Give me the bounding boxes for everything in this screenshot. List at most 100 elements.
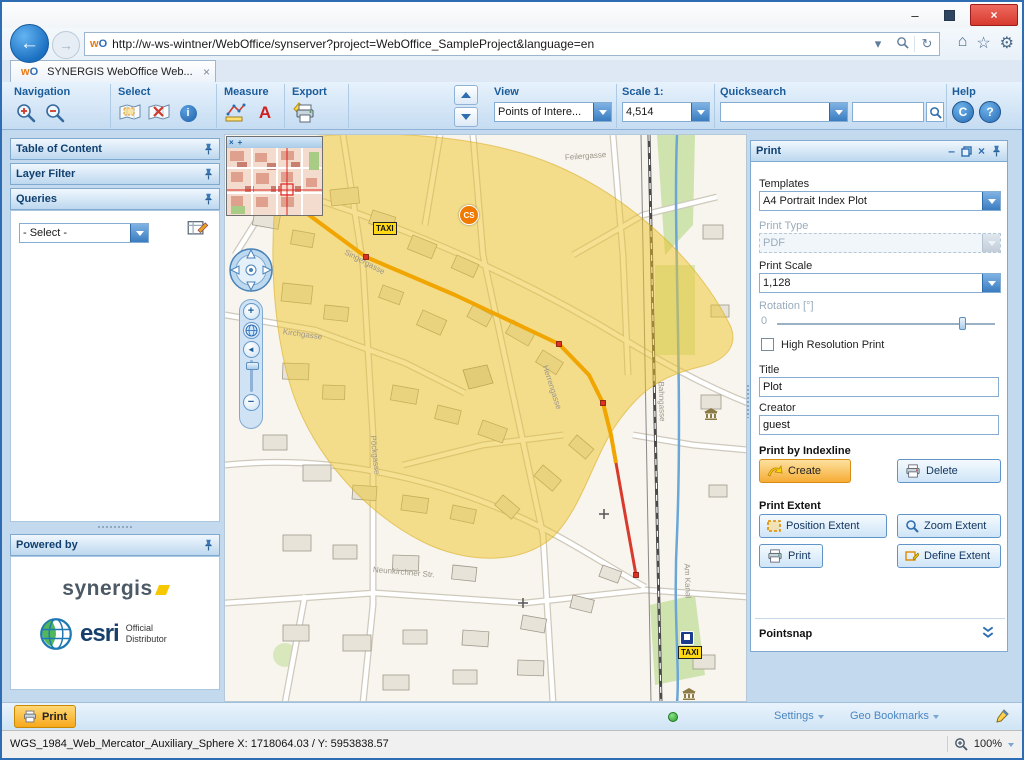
query-select[interactable]: - Select - (19, 223, 149, 243)
favorites-icon[interactable]: ☆ (976, 33, 990, 53)
redlining-pencil-button[interactable] (994, 708, 1010, 729)
pin-icon[interactable] (203, 168, 214, 180)
title-input[interactable] (759, 377, 999, 397)
clear-selection-tool[interactable] (147, 101, 171, 125)
print-type-select-value: PDF (760, 237, 982, 249)
overview-map-image[interactable] (227, 148, 322, 215)
window-maximize-button[interactable] (934, 6, 964, 24)
sidebar-panel-queries[interactable]: Queries (10, 188, 220, 210)
toolbar-group-view: View Points of Intere... (490, 84, 617, 128)
high-resolution-checkbox[interactable] (761, 338, 774, 351)
tab-title: SYNERGIS WebOffice Web... (47, 66, 199, 78)
print-task-tab[interactable]: Print (14, 705, 76, 728)
pin-icon[interactable] (203, 143, 214, 155)
quicksearch-search-button[interactable] (926, 102, 944, 122)
panel-minimize-icon[interactable]: – (948, 144, 955, 158)
sidebar-panel-layer-filter[interactable]: Layer Filter (10, 163, 220, 185)
text-annotation-tool[interactable]: A (253, 101, 277, 125)
map-viewport[interactable]: TAXI TAXI CS Feilergasse Singergasse Her… (224, 134, 747, 702)
window-minimize-button[interactable]: – (900, 6, 930, 24)
zoom-out-button[interactable]: − (243, 394, 260, 411)
overview-map[interactable]: × + (226, 136, 323, 216)
delete-indexline-button[interactable]: Delete (897, 459, 1001, 483)
creator-input[interactable] (759, 415, 999, 435)
query-definition-button[interactable] (187, 219, 209, 244)
select-rectangle-tool[interactable] (118, 101, 142, 125)
print-panel-header[interactable]: Print – × (750, 140, 1008, 162)
toolbar-collapse-down-button[interactable] (454, 107, 478, 127)
pin-icon[interactable] (991, 145, 1002, 157)
pin-icon[interactable] (203, 539, 214, 551)
zoom-out-tool[interactable] (43, 101, 67, 125)
quicksearch-select-arrow[interactable] (829, 103, 847, 121)
toolbar-collapse-up-button[interactable] (454, 85, 478, 105)
zoom-magnifier-icon (954, 737, 968, 751)
previous-extent-button[interactable]: ◄ (243, 341, 260, 358)
position-extent-button[interactable]: Position Extent (759, 514, 887, 538)
sidebar-resize-handle[interactable] (97, 525, 133, 529)
refresh-icon[interactable]: ↻ (915, 36, 939, 52)
browser-tab[interactable]: wO SYNERGIS WebOffice Web... × (10, 60, 216, 82)
panel-restore-icon[interactable] (961, 146, 972, 157)
print-button[interactable]: Print (759, 544, 823, 568)
pin-icon[interactable] (203, 193, 214, 205)
full-extent-button[interactable] (243, 322, 260, 339)
print-export-tool[interactable] (292, 101, 316, 125)
measure-group-label: Measure (224, 86, 269, 98)
scale-select-arrow[interactable] (691, 103, 709, 121)
home-icon[interactable]: ⌂ (958, 33, 968, 53)
zoom-level[interactable]: 100% (974, 738, 1002, 750)
define-extent-button[interactable]: Define Extent (897, 544, 1001, 568)
zoom-in-tool[interactable] (14, 101, 38, 125)
zoom-control[interactable]: 100% (947, 736, 1014, 752)
export-group-label: Export (292, 86, 327, 98)
settings-gear-icon[interactable]: ⚙ (1000, 33, 1014, 53)
measure-tool[interactable] (224, 101, 248, 125)
caret-down-icon (1008, 743, 1014, 747)
overview-close-icon[interactable]: × (229, 138, 234, 147)
query-select-arrow[interactable] (130, 224, 148, 242)
coordinates-readout: WGS_1984_Web_Mercator_Auxiliary_Sphere X… (10, 738, 389, 750)
contact-button[interactable]: C (952, 101, 974, 123)
scale-select[interactable]: 4,514 (622, 102, 710, 122)
zoom-extent-button[interactable]: Zoom Extent (897, 514, 1001, 538)
address-bar[interactable]: wO http://w-ws-wintner/WebOffice/synserv… (84, 32, 940, 56)
pan-compass[interactable] (228, 247, 274, 298)
quicksearch-group-label: Quicksearch (720, 86, 786, 98)
print-scale-select-arrow[interactable] (982, 274, 1000, 292)
sidebar-panel-table-of-content[interactable]: Table of Content (10, 138, 220, 160)
sidebar-panel-powered-by[interactable]: Powered by (10, 534, 220, 556)
print-scale-select[interactable]: 1,128 (759, 273, 1001, 293)
zoom-slider[interactable] (250, 360, 253, 392)
address-search-icon[interactable] (890, 36, 914, 52)
chevron-down-icon (461, 114, 471, 120)
panel-close-icon[interactable]: × (978, 144, 985, 158)
map-canvas[interactable] (225, 135, 747, 702)
rotation-value: 0 (761, 315, 767, 327)
minimize-icon: – (911, 8, 918, 23)
overview-move-icon[interactable]: + (238, 138, 243, 147)
forward-button[interactable]: → (52, 31, 80, 59)
print-type-select-arrow (982, 234, 1000, 252)
url-text[interactable]: http://w-ws-wintner/WebOffice/synserver?… (112, 37, 866, 51)
view-select[interactable]: Points of Intere... (494, 102, 612, 122)
address-dropdown-caret[interactable]: ▾ (866, 36, 890, 52)
templates-select[interactable]: A4 Portrait Index Plot (759, 191, 1001, 211)
help-button[interactable]: ? (979, 101, 1001, 123)
quicksearch-input[interactable] (852, 102, 924, 122)
pointsnap-expand-button[interactable] (981, 625, 995, 644)
layer-filter-panel-title: Layer Filter (16, 168, 75, 180)
templates-select-arrow[interactable] (982, 192, 1000, 210)
geo-bookmarks-menu[interactable]: Geo Bookmarks (850, 710, 939, 722)
rotation-slider-handle[interactable] (959, 317, 966, 330)
identify-tool[interactable]: i (176, 101, 200, 125)
zoom-slider-handle[interactable] (246, 362, 259, 370)
window-close-button[interactable]: × (970, 4, 1018, 26)
view-select-arrow[interactable] (593, 103, 611, 121)
settings-menu[interactable]: Settings (774, 710, 824, 722)
create-indexline-button[interactable]: Create (759, 459, 851, 483)
back-button[interactable]: ← (10, 24, 49, 63)
quicksearch-select[interactable] (720, 102, 848, 122)
tab-close-icon[interactable]: × (203, 65, 210, 79)
zoom-in-button[interactable]: + (243, 303, 260, 320)
